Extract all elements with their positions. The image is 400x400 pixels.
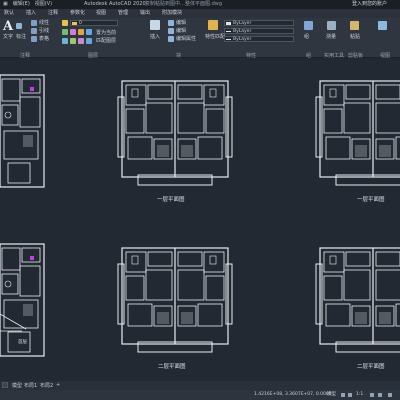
layer-on-icon[interactable] [62,29,68,35]
coordinates-readout: 1.4216E+08, 3.3607E+07, 0.0000 [254,392,332,397]
layers-panel-label[interactable]: 图层 [88,52,98,59]
title-bar: ▣ 编辑(E) 视图(V) Autodesk AutoCAD 2020 复制粘贴… [0,0,400,9]
drawing-canvas[interactable]: 一层平面图 一层平面图 二层平面图 二层平面图 首层 [0,59,400,381]
dimension-icon[interactable] [16,23,22,29]
grid-icon[interactable] [341,393,345,397]
color-dropdown[interactable]: ByLayer [224,20,294,26]
status-bar: 1.4216E+08, 3.3607E+07, 0.0000 模型 1:1 [0,390,400,400]
plan-label-small: 首层 [18,340,27,345]
paste-icon[interactable] [350,21,359,30]
tab-annotate[interactable]: 注释 [48,9,58,18]
grid-menu-icon[interactable] [2,382,8,388]
customize-icon[interactable] [378,393,382,397]
tab-addins[interactable]: 附加模块 [162,9,182,18]
menu-icon[interactable] [388,393,392,397]
lineweight-dropdown[interactable]: ByLayer [224,36,294,42]
measure-icon[interactable] [327,21,336,30]
properties-panel-label[interactable]: 特性 [246,52,256,59]
menu-view[interactable]: 视图(V) [35,0,52,9]
tab-default[interactable]: 默认 [4,9,14,18]
layer-properties-icon[interactable] [62,20,68,26]
view-panel-label[interactable]: 视图 [380,52,390,59]
create-block-icon[interactable] [168,20,174,26]
match-properties-icon[interactable] [208,20,218,30]
table-label[interactable]: 表格 [39,36,49,42]
linear-icon[interactable] [31,20,37,26]
tab-parametric[interactable]: 参数化 [70,9,85,18]
document-title: 复制粘贴到图中…整体平面图.dwg [145,1,223,7]
plan-label-first-floor: 一层平面图 [157,197,185,203]
menu-edit[interactable]: 编辑(E) [13,0,30,9]
floor-plans-drawing[interactable] [0,59,400,381]
tab-manage[interactable]: 管理 [118,9,128,18]
table-icon[interactable] [31,36,37,42]
dimension-button-label[interactable]: 标注 [16,34,26,40]
insert-label[interactable]: 插入 [150,34,160,40]
sign-in-link[interactable]: 登入到您的账户 [352,0,387,9]
leader-label[interactable]: 引线 [39,28,49,34]
base-view-icon[interactable] [378,21,387,30]
tab-insert[interactable]: 插入 [26,9,36,18]
match-layer-small-icon[interactable] [70,38,76,44]
layout-tab-1[interactable]: 布局1 [24,382,37,389]
layout-tabs: 模型 布局1 布局2 + [0,381,400,390]
layer-lock-icon[interactable] [78,29,84,35]
layer-dropdown[interactable]: 0 [70,20,118,26]
app-menu-icon[interactable]: ▣ [3,0,8,9]
annotation-panel-label[interactable]: 注释 [20,52,30,59]
match-properties-label[interactable]: 特性匹配 [205,34,225,40]
plan-label-first-floor-right: 一层平面图 [357,197,385,203]
ribbon-tabs: 默认 插入 注释 参数化 视图 管理 输出 附加模块 [0,9,400,18]
layout-tab-2[interactable]: 布局2 [40,382,53,389]
model-space-button[interactable]: 模型 [327,390,336,400]
plan-label-second-floor-right: 二层平面图 [357,364,385,370]
edit-attribute-icon[interactable] [168,36,174,42]
plan-label-second-floor: 二层平面图 [158,364,186,370]
layer-off-icon[interactable] [86,38,92,44]
autocad-window: ▣ 编辑(E) 视图(V) Autodesk AutoCAD 2020 复制粘贴… [0,0,400,400]
create-label[interactable]: 编辑 [176,20,186,26]
app-title: Autodesk AutoCAD 2020 [84,1,146,7]
text-button-label[interactable]: 文字 [3,34,13,40]
ribbon-panel: A 文字 标注 线性 引线 表格 注释 0 置为当前 匹配图层 图层 插入 编辑… [0,18,400,59]
layer-walk-icon[interactable] [78,38,84,44]
group-icon[interactable] [304,21,313,30]
text-tool-icon[interactable]: A [3,19,13,34]
group-button-label[interactable]: 组 [304,34,309,40]
match-layer-label[interactable]: 匹配图层 [96,38,116,44]
edit-block-icon[interactable] [168,28,174,34]
workspace-gear-icon[interactable] [370,393,374,397]
layer-state-label[interactable]: 置为当前 [96,30,116,36]
layer-isolate-icon[interactable] [86,29,92,35]
groups-panel-label[interactable]: 组 [306,52,311,59]
block-panel-label[interactable]: 块 [176,52,181,59]
annotation-scale[interactable]: 1:1 [356,390,363,400]
snap-icon[interactable] [348,393,352,397]
tab-output[interactable]: 输出 [140,9,150,18]
add-layout-button[interactable]: + [56,382,60,388]
layer-freeze-icon[interactable] [70,29,76,35]
edit-label[interactable]: 编辑 [176,28,186,34]
tab-view[interactable]: 视图 [96,9,106,18]
edit-attribute-label[interactable]: 编辑属性 [176,36,196,42]
make-current-icon[interactable] [62,38,68,44]
paste-label[interactable]: 粘贴 [350,34,360,40]
layout-tab-model[interactable]: 模型 [12,382,22,389]
insert-block-icon[interactable] [150,20,160,30]
clipboard-panel-label[interactable]: 剪贴板 [348,52,363,59]
utilities-panel-label[interactable]: 实用工具 [324,52,344,59]
leader-icon[interactable] [31,28,37,34]
quick-access-menu: ▣ 编辑(E) 视图(V) [3,0,52,9]
linetype-dropdown[interactable]: ByLayer [224,28,294,34]
linear-label[interactable]: 线性 [39,20,49,26]
measure-label[interactable]: 测量 [326,34,336,40]
